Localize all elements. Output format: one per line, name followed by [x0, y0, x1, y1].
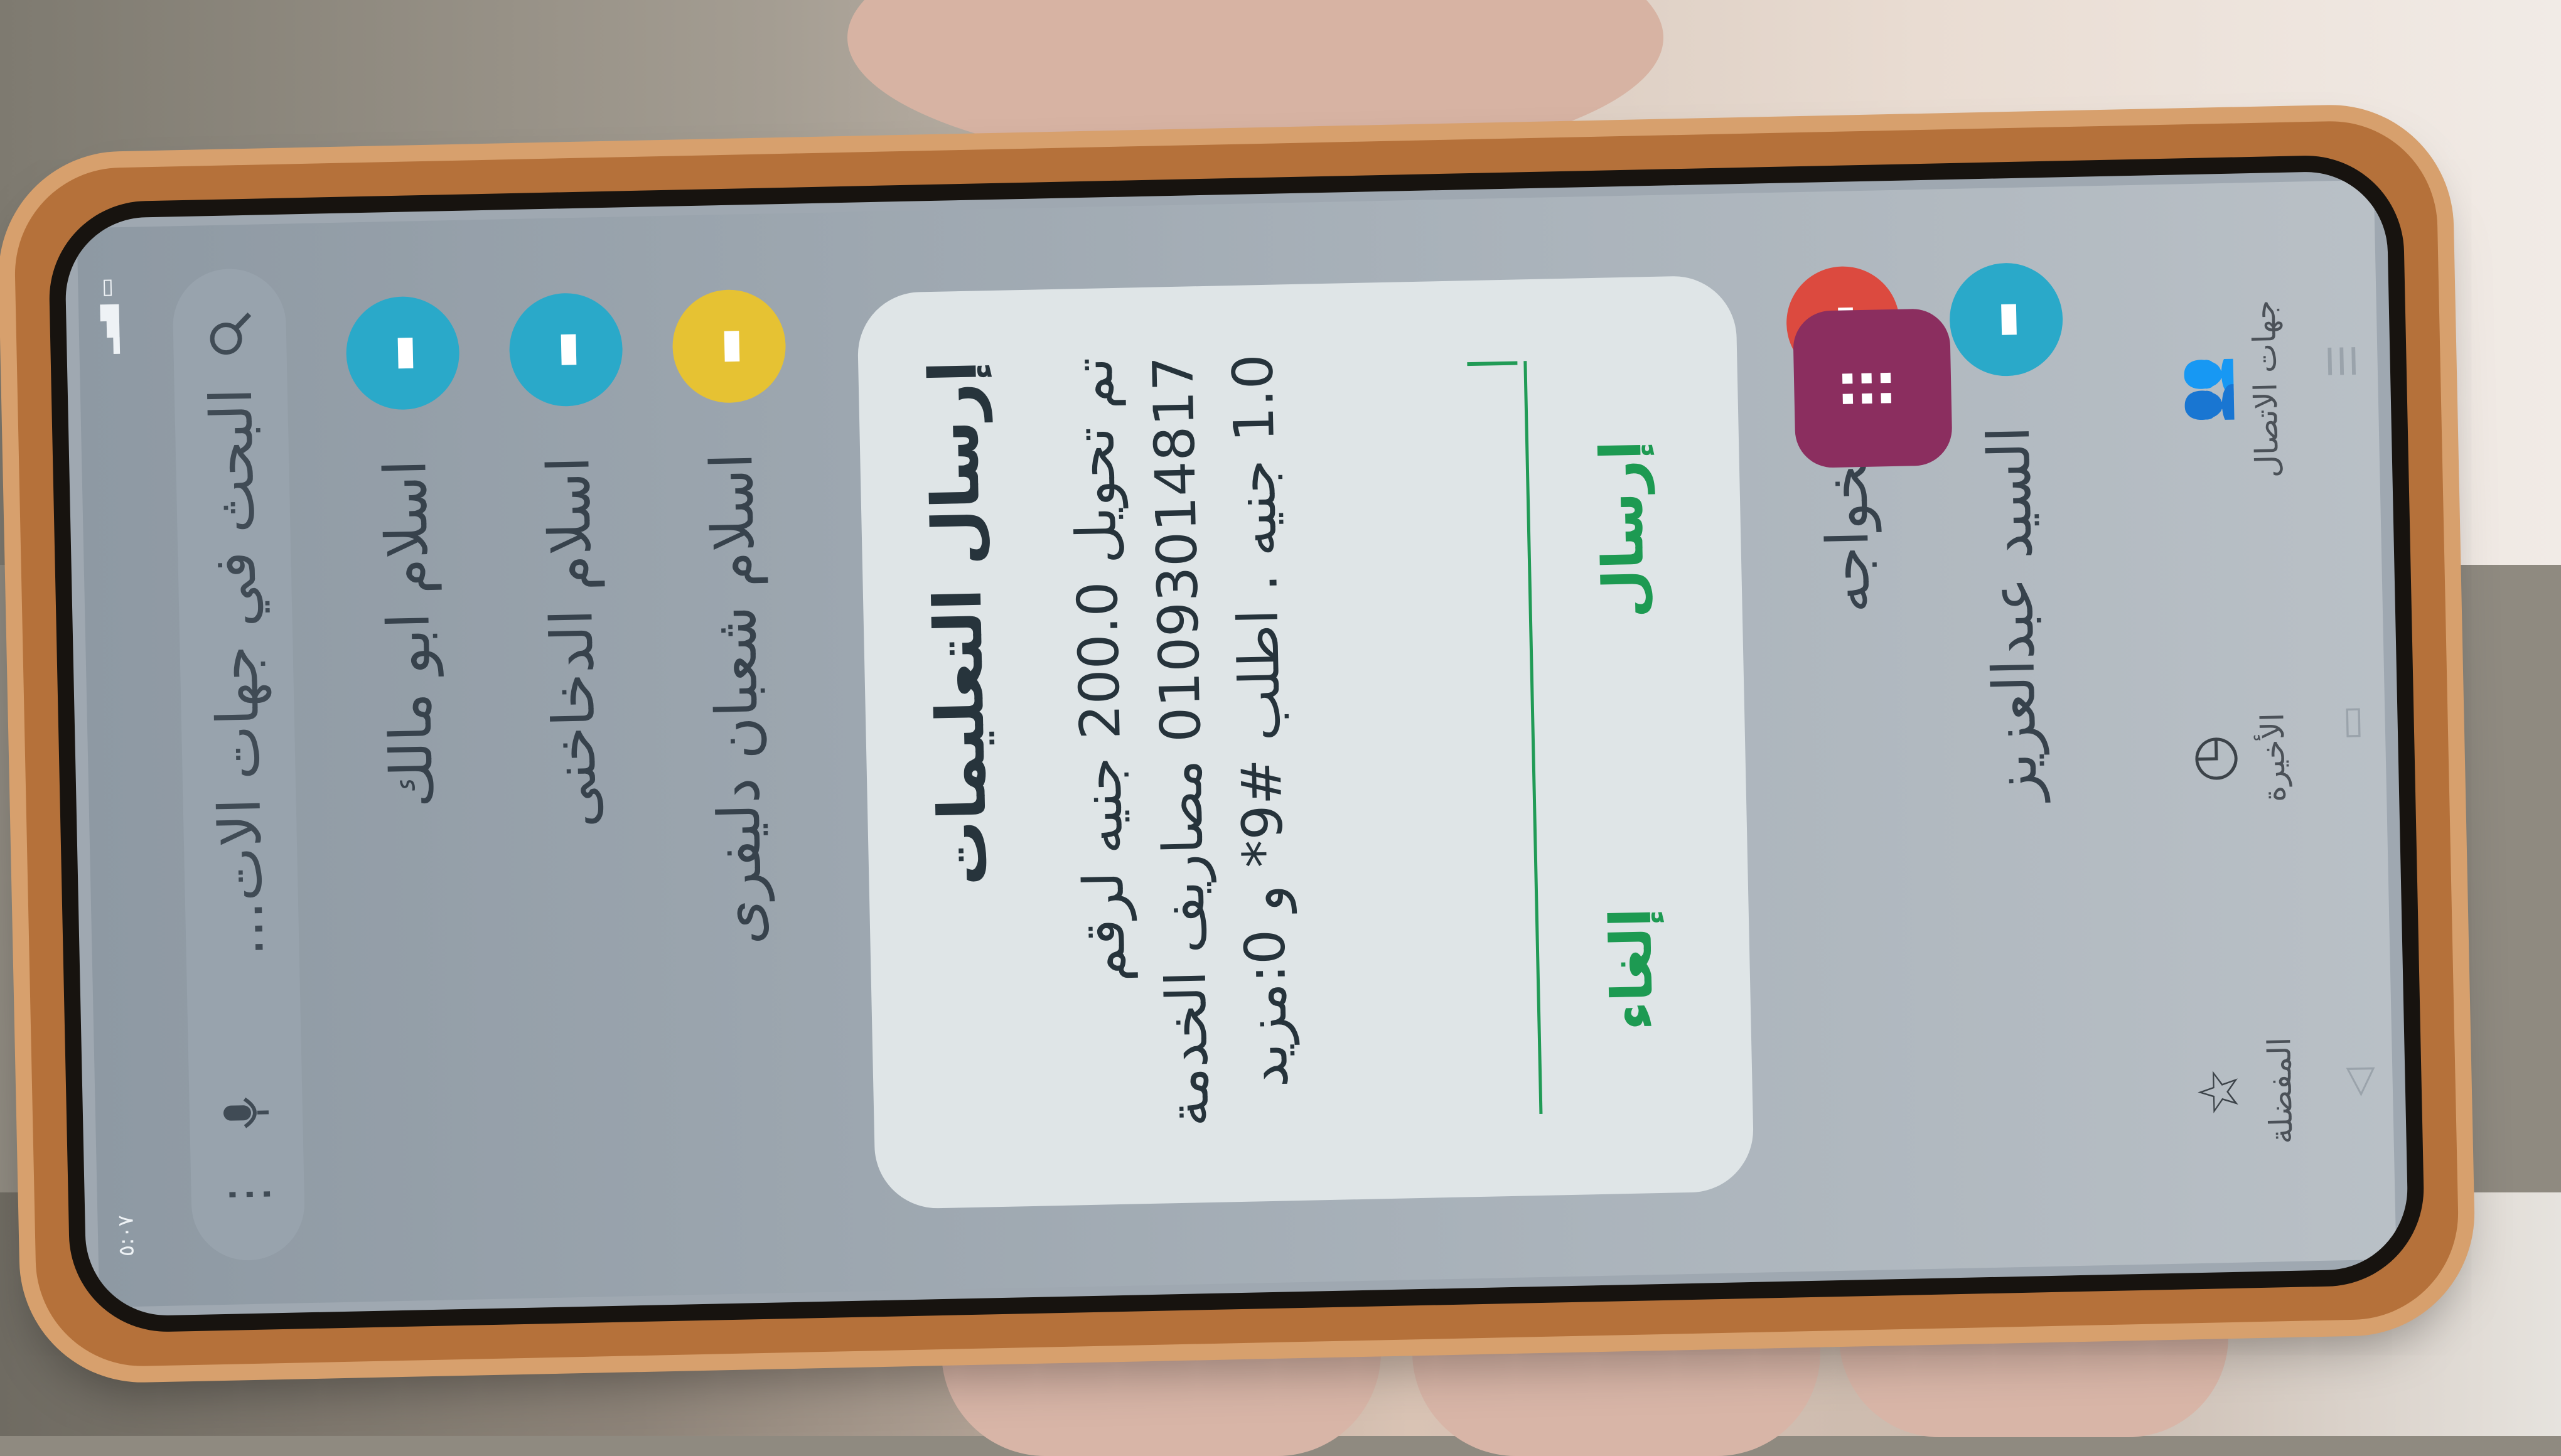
tab-recents[interactable]: ◷ الأخيرة [2178, 712, 2292, 804]
dialpad-button[interactable]: ⠿ [1792, 308, 1953, 469]
recents-icon[interactable]: ☰ [2321, 344, 2365, 378]
search-input[interactable]: البحث في جهات الات... [197, 387, 278, 1060]
send-button[interactable]: إرسال [1588, 440, 1658, 619]
dialog-title: إرسال التعليمات [915, 360, 1002, 887]
ussd-dialog: إرسال التعليمات تم تحويل 200.0 جنيه لرقم… [856, 275, 1755, 1210]
contact-name: اسلام ابو مالك [371, 459, 446, 809]
contact-row[interactable]: اسلام شعبان دليفرى ▬ [656, 288, 820, 1219]
avatar: ▬ [671, 288, 787, 404]
dialpad-icon: ⠿ [1832, 362, 1914, 415]
favorite-row[interactable]: السيد عبدالعزيز ▬ [1936, 262, 2093, 1193]
status-time: ٥:٠٧ [113, 1214, 139, 1257]
back-icon[interactable]: ◁ [2336, 1067, 2380, 1097]
system-nav-bar: ◁ ▭ ☰ [2311, 180, 2390, 1261]
clock-icon: ◷ [2178, 734, 2245, 784]
avatar: ▬ [345, 295, 461, 411]
mic-icon[interactable] [217, 1084, 275, 1142]
star-icon: ☆ [2185, 1066, 2252, 1118]
contact-name: السيد عبدالعزيز [1975, 426, 2050, 802]
dialog-message: تم تحويل 200.0 جنيه لرقم 01093014817 مصا… [1060, 353, 1301, 1128]
bottom-tab-bar: 👥 جهات الاتصال ◷ الأخيرة ☆ المفضلة [2161, 182, 2309, 1264]
tab-contacts[interactable]: 👥 جهات الاتصال [2169, 299, 2286, 479]
more-vertical-icon[interactable]: ⋮ [218, 1165, 277, 1223]
tab-label: المفضلة [2260, 1037, 2300, 1145]
tab-favorites[interactable]: ☆ المفضلة [2185, 1037, 2300, 1146]
avatar: ▬ [508, 292, 624, 408]
phone-screen: ٥:٠٧ ▂▄▆ ▭ ⋮ البحث في جهات الات... اسلام… [64, 170, 2409, 1317]
tab-label: جهات الاتصال [2245, 299, 2286, 478]
contacts-app: ٥:٠٧ ▂▄▆ ▭ ⋮ البحث في جهات الات... اسلام… [77, 179, 2397, 1308]
contact-name: اسلام الدخاخنى [534, 456, 610, 829]
contact-row[interactable]: اسلام الدخاخنى ▬ [493, 292, 657, 1223]
contact-name: اسلام شعبان دليفرى [697, 452, 776, 946]
text-cursor [1467, 361, 1518, 367]
phone: ٥:٠٧ ▂▄▆ ▭ ⋮ البحث في جهات الات... اسلام… [13, 119, 2461, 1369]
tab-label: الأخيرة [2253, 712, 2292, 803]
contacts-icon: 👥 [2170, 355, 2236, 426]
contact-row[interactable]: اسلام ابو مالك ▬ [330, 295, 493, 1226]
signal-icon: ▂▄▆ ▭ [94, 277, 121, 355]
reply-input[interactable] [1442, 361, 1543, 1116]
search-icon[interactable] [201, 306, 259, 364]
home-icon[interactable]: ▭ [2328, 705, 2373, 741]
status-bar: ٥:٠٧ ▂▄▆ ▭ [77, 227, 156, 1308]
avatar: ▬ [1948, 262, 2064, 378]
cancel-button[interactable]: إلغاء [1598, 907, 1667, 1031]
search-bar[interactable]: ⋮ البحث في جهات الات... [171, 267, 306, 1262]
